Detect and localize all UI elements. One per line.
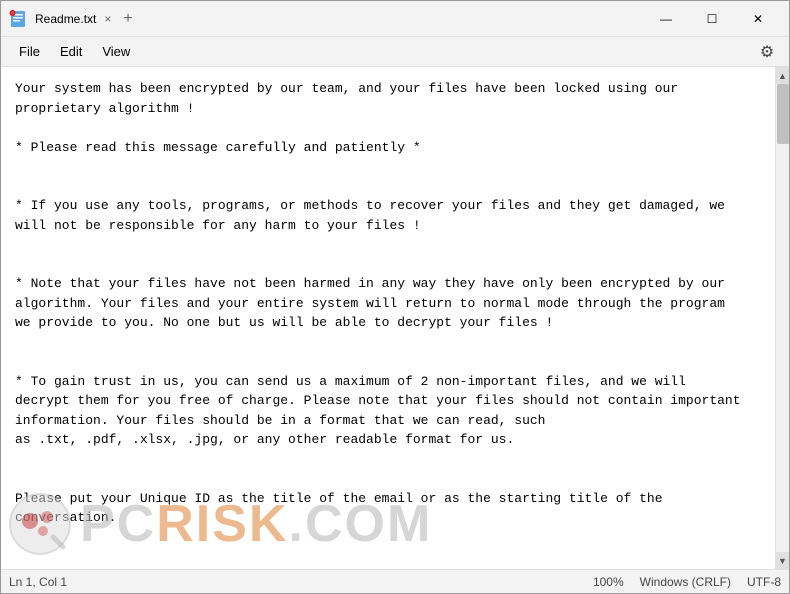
minimize-btn[interactable]: — [643,1,689,37]
menu-edit[interactable]: Edit [50,40,92,63]
content-area: Your system has been encrypted by our te… [1,67,789,569]
tab-close-icon[interactable]: × [104,12,111,26]
settings-btn[interactable]: ⚙ [753,38,781,66]
window-controls: — ☐ ✕ [643,1,781,37]
window-title: Readme.txt [35,12,96,26]
title-bar: Readme.txt × + — ☐ ✕ [1,1,789,37]
menu-file[interactable]: File [9,40,50,63]
notepad-window: Readme.txt × + — ☐ ✕ File Edit View ⚙ Yo… [0,0,790,594]
scroll-thumb[interactable] [777,84,789,144]
scroll-track[interactable] [776,84,789,552]
text-editor[interactable]: Your system has been encrypted by our te… [1,67,775,569]
encoding: UTF-8 [747,575,781,589]
status-bar: Ln 1, Col 1 100% Windows (CRLF) UTF-8 [1,569,789,593]
scroll-down-btn[interactable]: ▼ [776,552,790,569]
menu-view[interactable]: View [92,40,140,63]
line-ending: Windows (CRLF) [640,575,731,589]
menu-bar: File Edit View ⚙ [1,37,789,67]
app-icon [9,10,27,28]
close-btn[interactable]: ✕ [735,1,781,37]
new-tab-btn[interactable]: + [119,10,136,28]
maximize-btn[interactable]: ☐ [689,1,735,37]
scrollbar[interactable]: ▲ ▼ [775,67,789,569]
tab-close-btn[interactable]: × [104,12,113,26]
zoom-level: 100% [593,575,624,589]
cursor-position: Ln 1, Col 1 [9,575,67,589]
scroll-up-btn[interactable]: ▲ [776,67,790,84]
